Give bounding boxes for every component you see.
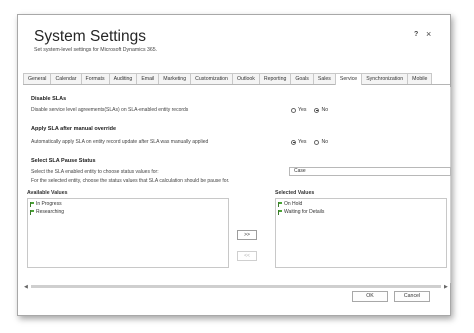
list-item[interactable]: On Hold	[278, 201, 302, 207]
tab-outlook[interactable]: Outlook	[231, 73, 260, 84]
radio-label: No	[321, 139, 329, 145]
disable-slas-heading: Disable SLAs	[31, 96, 67, 102]
radio-selected-icon	[314, 107, 320, 113]
dialog-subtitle: Set system-level settings for Microsoft …	[34, 47, 158, 53]
disable-slas-no-radio[interactable]: No	[314, 107, 328, 113]
status-prompt: For the selected entity, choose the stat…	[31, 178, 230, 184]
entity-select[interactable]: Case	[289, 167, 451, 176]
available-values-list[interactable]: In Progress Researching	[27, 198, 229, 268]
list-item[interactable]: Waiting for Details	[278, 209, 324, 215]
tab-calendar[interactable]: Calendar	[50, 73, 82, 84]
tab-goals[interactable]: Goals	[290, 73, 314, 84]
settings-tabs: General Calendar Formats Auditing Email …	[23, 73, 450, 85]
flag-icon	[278, 209, 282, 215]
system-settings-dialog: System Settings Set system-level setting…	[17, 14, 451, 316]
tab-auditing[interactable]: Auditing	[108, 73, 138, 84]
selected-values-label: Selected Values	[275, 190, 315, 196]
tab-sales[interactable]: Sales	[312, 73, 336, 84]
radio-circle-icon	[314, 139, 320, 145]
radio-selected-icon	[291, 139, 296, 145]
selected-values-list[interactable]: On Hold Waiting for Details	[275, 198, 447, 268]
list-item[interactable]: In Progress	[30, 201, 62, 207]
tab-marketing[interactable]: Marketing	[158, 73, 192, 84]
scroll-left-icon[interactable]: ◀	[24, 284, 28, 290]
ok-button[interactable]: OK	[352, 291, 388, 302]
radio-label: Yes	[298, 107, 307, 113]
available-values-label: Available Values	[27, 190, 68, 196]
list-item-label: In Progress	[36, 201, 62, 207]
horizontal-scrollbar[interactable]: ◀ ▶	[23, 284, 450, 290]
tab-customization[interactable]: Customization	[190, 73, 233, 84]
apply-sla-override-heading: Apply SLA after manual override	[31, 126, 117, 132]
pause-status-heading: Select SLA Pause Status	[31, 158, 96, 164]
tab-email[interactable]: Email	[136, 73, 160, 84]
list-item-label: On Hold	[284, 201, 303, 207]
scrollbar-thumb[interactable]	[31, 285, 441, 288]
radio-circle-icon	[291, 107, 296, 113]
cancel-button[interactable]: Cancel	[394, 291, 430, 302]
service-tab-content: Disable SLAs Disable service level agree…	[23, 87, 451, 283]
apply-sla-override-yes-radio[interactable]: Yes	[291, 139, 306, 145]
remove-values-button[interactable]: <<	[237, 251, 257, 261]
apply-sla-override-description: Automatically apply SLA on entity record…	[31, 139, 209, 145]
apply-sla-override-no-radio[interactable]: No	[314, 139, 328, 145]
flag-icon	[30, 201, 34, 207]
dialog-title: System Settings	[34, 28, 146, 45]
disable-slas-options: Yes No	[291, 107, 328, 113]
help-icon[interactable]: ?	[414, 31, 418, 38]
flag-icon	[278, 201, 282, 207]
tab-general[interactable]: General	[23, 73, 52, 84]
radio-label: No	[321, 107, 329, 113]
disable-slas-yes-radio[interactable]: Yes	[291, 107, 306, 113]
add-values-button[interactable]: >>	[237, 230, 257, 240]
tab-formats[interactable]: Formats	[80, 73, 110, 84]
scroll-right-icon[interactable]: ▶	[444, 284, 448, 290]
tab-mobile[interactable]: Mobile	[407, 73, 433, 84]
apply-sla-override-options: Yes No	[291, 139, 328, 145]
entity-prompt: Select the SLA enabled entity to choose …	[31, 169, 159, 175]
list-item[interactable]: Researching	[30, 209, 64, 215]
list-item-label: Waiting for Details	[284, 209, 325, 215]
close-icon[interactable]: ×	[426, 29, 431, 39]
flag-icon	[30, 209, 34, 215]
radio-label: Yes	[298, 139, 307, 145]
tab-synchronization[interactable]: Synchronization	[361, 73, 409, 84]
tab-service[interactable]: Service	[334, 73, 363, 85]
disable-slas-description: Disable service level agreements(SLAs) o…	[31, 107, 189, 113]
tab-reporting[interactable]: Reporting	[258, 73, 292, 84]
list-item-label: Researching	[36, 209, 65, 215]
